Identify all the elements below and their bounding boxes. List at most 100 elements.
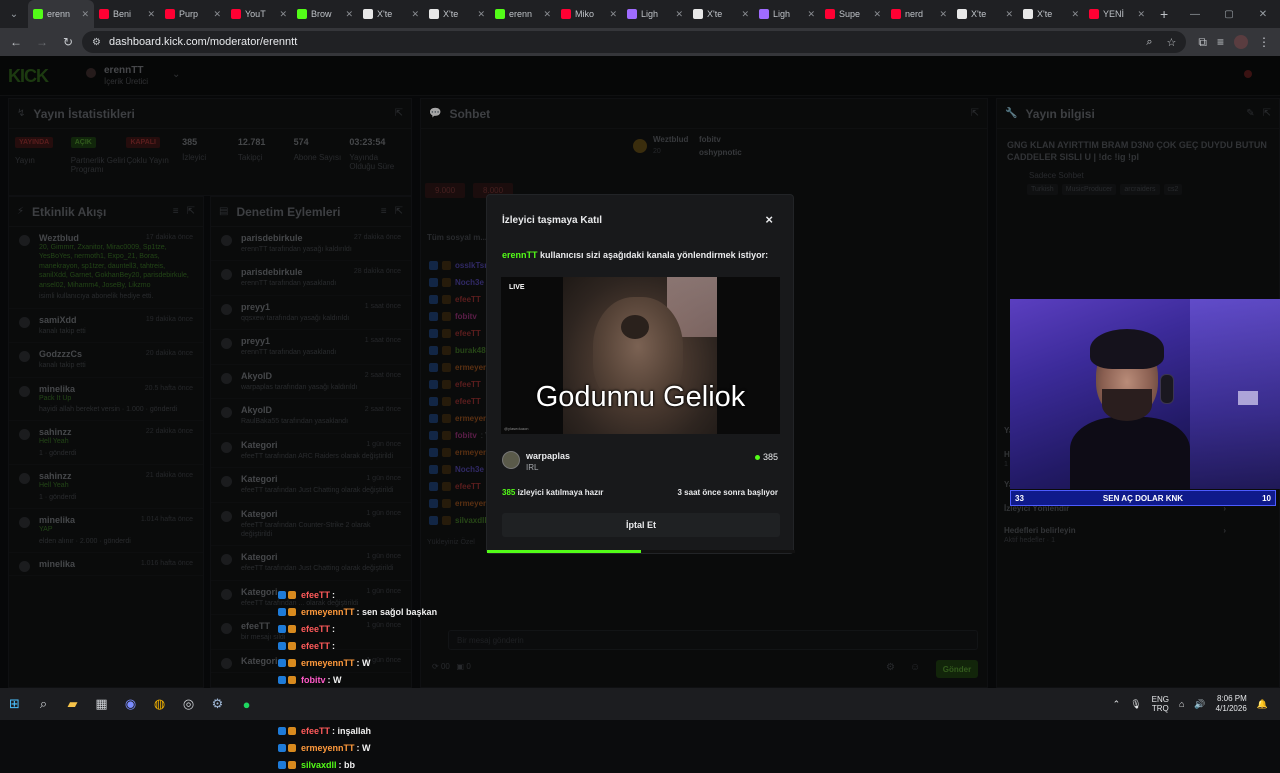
overlay-username: efeeTT bbox=[301, 623, 331, 634]
browser-tab[interactable]: Ligh ✕ bbox=[754, 0, 820, 28]
browser-tab[interactable]: X'te ✕ bbox=[952, 0, 1018, 28]
browser-menu-icon[interactable]: ⋮ bbox=[1258, 35, 1270, 49]
browser-tab[interactable]: nerd ✕ bbox=[886, 0, 952, 28]
tab-label: X'te bbox=[971, 9, 987, 19]
lang-top: ENG bbox=[1151, 694, 1169, 704]
zoom-icon[interactable]: ⌕ bbox=[1146, 36, 1152, 49]
store-icon[interactable]: ▦ bbox=[87, 688, 116, 720]
tray-overflow-icon[interactable]: ⌃ bbox=[1113, 699, 1121, 710]
overlay-badge-icon bbox=[278, 743, 286, 752]
tab-label: erenn bbox=[509, 9, 533, 19]
address-bar[interactable]: ⚙ dashboard.kick.com/moderator/erenntt ⌕… bbox=[82, 31, 1187, 53]
reload-icon[interactable]: ↻ bbox=[56, 30, 80, 54]
tab-close-icon[interactable]: ✕ bbox=[1137, 9, 1145, 20]
tab-favicon-icon bbox=[297, 9, 307, 19]
tab-close-icon[interactable]: ✕ bbox=[345, 9, 353, 20]
overlay-username: silvaxdll bbox=[301, 759, 337, 770]
tab-label: Ligh bbox=[641, 9, 659, 19]
tab-close-icon[interactable]: ✕ bbox=[807, 9, 815, 20]
browser-tab[interactable]: Purp ✕ bbox=[160, 0, 226, 28]
browser-tab[interactable]: erenn ✕ bbox=[490, 0, 556, 28]
tab-close-icon[interactable]: ✕ bbox=[543, 9, 551, 20]
overlay-badge-icon bbox=[278, 607, 286, 616]
cancel-button[interactable]: İptal Et bbox=[502, 513, 780, 537]
stream-preview[interactable]: LIVE Godunnu Geliok @ylaseduaon bbox=[501, 277, 780, 434]
target-category: IRL bbox=[526, 463, 539, 472]
tab-favicon-icon bbox=[231, 9, 241, 19]
tab-close-icon[interactable]: ✕ bbox=[1005, 9, 1013, 20]
network-icon[interactable]: ⌂ bbox=[1179, 699, 1184, 709]
target-channel-name[interactable]: warpaplas bbox=[526, 451, 570, 461]
minimize-icon[interactable]: — bbox=[1178, 0, 1212, 28]
search-icon[interactable]: ⌕ bbox=[29, 688, 58, 720]
forward-icon[interactable]: → bbox=[30, 30, 54, 54]
tab-close-icon[interactable]: ✕ bbox=[1071, 9, 1079, 20]
tab-close-icon[interactable]: ✕ bbox=[477, 9, 485, 20]
overlay-username: efeeTT bbox=[301, 640, 331, 651]
back-icon[interactable]: ← bbox=[4, 30, 28, 54]
host-username[interactable]: erennTT bbox=[502, 250, 538, 260]
browser-tab[interactable]: Ligh ✕ bbox=[622, 0, 688, 28]
browser-tab[interactable]: YENİ ✕ bbox=[1084, 0, 1150, 28]
overlay-badge-icon bbox=[278, 590, 286, 599]
tab-close-icon[interactable]: ✕ bbox=[939, 9, 947, 20]
tab-search-icon[interactable]: ⌄ bbox=[0, 0, 28, 28]
url-text[interactable]: dashboard.kick.com/moderator/erenntt bbox=[109, 36, 1138, 48]
extensions-icon[interactable]: ⧉ bbox=[1198, 35, 1207, 50]
browser-tab[interactable]: Supe ✕ bbox=[820, 0, 886, 28]
media-controls-icon[interactable]: ≡ bbox=[1217, 35, 1224, 49]
tab-favicon-icon bbox=[495, 9, 505, 19]
discord-icon[interactable]: ◉ bbox=[116, 688, 145, 720]
tab-favicon-icon bbox=[693, 9, 703, 19]
language-indicator[interactable]: ENG TRQ bbox=[1152, 695, 1169, 713]
steam-icon[interactable]: ⚙ bbox=[203, 688, 232, 720]
target-viewer-count: 385 bbox=[754, 452, 778, 462]
tab-close-icon[interactable]: ✕ bbox=[873, 9, 881, 20]
tab-close-icon[interactable]: ✕ bbox=[411, 9, 419, 20]
target-channel-avatar[interactable] bbox=[502, 451, 520, 469]
windows-taskbar: ⊞ ⌕ ▰ ▦ ◉ ◍ ◎ ⚙ ● ⌃ 🎙 ENG TRQ ⌂ 🔊 8:06 PM… bbox=[0, 688, 1280, 720]
tab-close-icon[interactable]: ✕ bbox=[81, 9, 89, 20]
browser-tab[interactable]: Brow ✕ bbox=[292, 0, 358, 28]
maximize-icon[interactable]: ▢ bbox=[1212, 0, 1246, 28]
tab-label: Purp bbox=[179, 9, 199, 19]
overlay-username: ermeyennTT bbox=[301, 606, 355, 617]
browser-tab[interactable]: Beni ✕ bbox=[94, 0, 160, 28]
profile-avatar[interactable] bbox=[1234, 35, 1248, 49]
bookmark-star-icon[interactable]: ☆ bbox=[1167, 36, 1177, 49]
close-window-icon[interactable]: ✕ bbox=[1246, 0, 1280, 28]
spotify-icon[interactable]: ● bbox=[232, 688, 261, 720]
new-tab-button[interactable]: + bbox=[1150, 6, 1178, 22]
tab-close-icon[interactable]: ✕ bbox=[279, 9, 287, 20]
browser-tab[interactable]: X'te ✕ bbox=[688, 0, 754, 28]
tab-favicon-icon bbox=[891, 9, 901, 19]
browser-tab[interactable]: X'te ✕ bbox=[358, 0, 424, 28]
tab-label: Supe bbox=[839, 9, 861, 19]
overlay-username: fobitv bbox=[301, 674, 326, 685]
close-icon[interactable]: × bbox=[765, 212, 773, 227]
file-explorer-icon[interactable]: ▰ bbox=[58, 688, 87, 720]
browser-tab[interactable]: erenn ✕ bbox=[28, 0, 94, 28]
overlay-username: ermeyennTT bbox=[301, 657, 355, 668]
browser-tab[interactable]: X'te ✕ bbox=[424, 0, 490, 28]
notifications-icon[interactable]: 🔔 bbox=[1257, 699, 1268, 710]
obs-icon[interactable]: ◎ bbox=[174, 688, 203, 720]
clock[interactable]: 8:06 PM 4/1/2026 bbox=[1216, 694, 1247, 715]
tab-favicon-icon bbox=[1089, 9, 1099, 19]
microphone-icon[interactable]: 🎙 bbox=[1130, 699, 1141, 710]
overlay-username: efeeTT bbox=[301, 589, 331, 600]
tab-close-icon[interactable]: ✕ bbox=[675, 9, 683, 20]
browser-tab[interactable]: X'te ✕ bbox=[1018, 0, 1084, 28]
site-info-icon[interactable]: ⚙ bbox=[92, 37, 101, 48]
donation-goal-bar: 33 SEN AÇ DOLAR KNK 10 bbox=[1010, 490, 1276, 506]
tab-close-icon[interactable]: ✕ bbox=[741, 9, 749, 20]
tab-close-icon[interactable]: ✕ bbox=[609, 9, 617, 20]
windows-start-icon[interactable]: ⊞ bbox=[0, 688, 29, 720]
browser-tab[interactable]: YouT ✕ bbox=[226, 0, 292, 28]
browser-tab[interactable]: Miko ✕ bbox=[556, 0, 622, 28]
tab-close-icon[interactable]: ✕ bbox=[147, 9, 155, 20]
tab-label: Brow bbox=[311, 9, 332, 19]
tab-close-icon[interactable]: ✕ bbox=[213, 9, 221, 20]
volume-icon[interactable]: 🔊 bbox=[1194, 699, 1205, 710]
chrome-icon[interactable]: ◍ bbox=[145, 688, 174, 720]
